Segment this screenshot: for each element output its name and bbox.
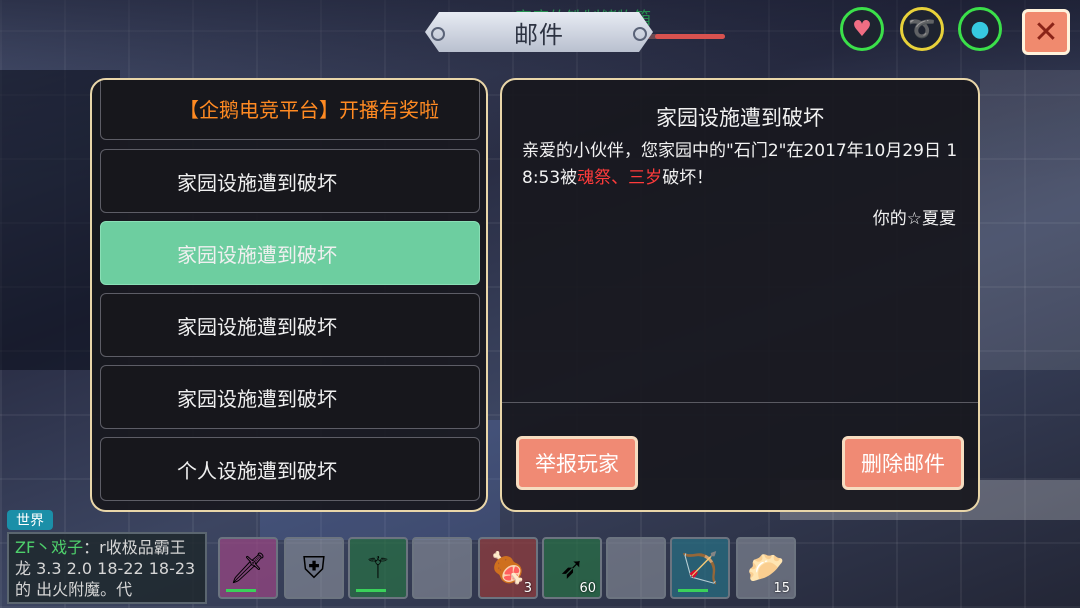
mail-detail-panel: 家园设施遭到破坏 亲爱的小伙伴，您家园中的"石门2"在2017年10月29日 1… bbox=[500, 78, 980, 512]
water-drop-icon[interactable]: ● bbox=[958, 7, 1002, 51]
mail-item[interactable]: 家园设施遭到破坏 bbox=[100, 293, 480, 357]
mail-detail-body: 亲爱的小伙伴，您家园中的"石门2"在2017年10月29日 18:53被魂祭、三… bbox=[522, 138, 962, 192]
food-icon[interactable]: ➰ bbox=[900, 7, 944, 51]
durability-bar bbox=[678, 589, 708, 592]
chat-box[interactable]: ZF丶戏子：r收极品霸王龙 3.3 2.0 18-22 18-23的 出火附魔。… bbox=[7, 532, 207, 604]
close-button[interactable]: ✕ bbox=[1022, 9, 1070, 55]
durability-bar bbox=[356, 589, 386, 592]
mail-signature: 你的☆夏夏 bbox=[872, 209, 956, 229]
shield-icon: ⛨ bbox=[302, 550, 326, 586]
item-count: 15 bbox=[773, 581, 790, 596]
mail-item-label: 【企鹅电竞平台】开播有奖啦 bbox=[179, 97, 439, 122]
mail-item-promo[interactable]: 【企鹅电竞平台】开播有奖啦 bbox=[100, 80, 480, 140]
sword-icon: 🗡 bbox=[228, 550, 268, 586]
hotbar-slot[interactable]: ⚚ bbox=[348, 537, 408, 599]
world-block bbox=[980, 70, 1080, 370]
mail-item[interactable]: 家园设施遭到破坏 bbox=[100, 365, 480, 429]
health-bar-fill bbox=[654, 34, 725, 39]
mail-item-label: 家园设施遭到破坏 bbox=[177, 386, 337, 411]
mail-item-label: 个人设施遭到破坏 bbox=[177, 458, 337, 483]
chat-channel-tag[interactable]: 世界 bbox=[7, 510, 53, 530]
durability-bar bbox=[226, 589, 256, 592]
meat-icon: 🍖 bbox=[489, 550, 527, 586]
mail-detail-title: 家园设施遭到破坏 bbox=[656, 106, 824, 130]
mail-item[interactable]: 家园设施遭到破坏 bbox=[100, 149, 480, 213]
mail-item-label: 家园设施遭到破坏 bbox=[177, 242, 337, 267]
hotbar-slot[interactable]: 🥟 15 bbox=[736, 537, 796, 599]
close-icon: ✕ bbox=[1033, 14, 1059, 50]
delete-mail-button[interactable]: 删除邮件 bbox=[842, 436, 964, 490]
hotbar-slot-empty[interactable] bbox=[606, 537, 666, 599]
hotbar-slot[interactable]: 🏹 bbox=[670, 537, 730, 599]
mail-item-label: 家园设施遭到破坏 bbox=[177, 314, 337, 339]
page-title: 邮件 bbox=[514, 20, 564, 49]
hotbar-slot[interactable]: ➶ 60 bbox=[542, 537, 602, 599]
divider bbox=[502, 402, 978, 403]
hotbar-slot[interactable]: 🍖 3 bbox=[478, 537, 538, 599]
chat-sender: ZF丶戏子 bbox=[15, 538, 84, 557]
title-plate: 邮件 bbox=[425, 12, 653, 52]
hotbar-slot[interactable]: ⛨ bbox=[284, 537, 344, 599]
hotbar-slot-empty[interactable] bbox=[412, 537, 472, 599]
mail-body-text-end: 破坏！ bbox=[662, 168, 714, 188]
mail-list-panel: 【企鹅电竞平台】开播有奖啦 家园设施遭到破坏 家园设施遭到破坏 家园设施遭到破坏… bbox=[90, 78, 488, 512]
item-count: 3 bbox=[523, 581, 532, 596]
hotbar-slot[interactable]: 🗡 bbox=[218, 537, 278, 599]
mail-item-selected[interactable]: 家园设施遭到破坏 bbox=[100, 221, 480, 285]
bow-icon: 🏹 bbox=[681, 550, 719, 586]
item-count: 60 bbox=[579, 581, 596, 596]
mail-body-attacker: 魂祭、三岁 bbox=[577, 168, 663, 188]
staff-icon: ⚚ bbox=[364, 550, 392, 586]
mail-item-label: 家园设施遭到破坏 bbox=[177, 170, 337, 195]
heart-icon[interactable]: ♥ bbox=[840, 7, 884, 51]
report-player-button[interactable]: 举报玩家 bbox=[516, 436, 638, 490]
mail-item[interactable]: 个人设施遭到破坏 bbox=[100, 437, 480, 501]
